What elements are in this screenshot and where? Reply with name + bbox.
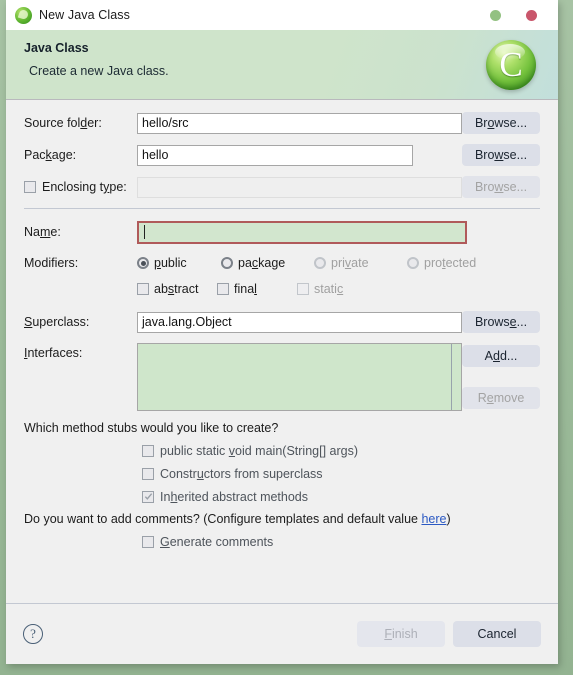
checkbox-generate-comments-icon — [142, 536, 154, 548]
interfaces-scrollbar[interactable] — [451, 344, 461, 410]
interfaces-remove-button: Re move — [462, 387, 540, 409]
stub-inherited-abstract-checkbox[interactable]: Inherited abstract methods — [142, 490, 540, 504]
finish-button: Finish — [357, 621, 445, 647]
java-class-icon — [15, 6, 32, 24]
checkbox-constructors-icon — [142, 468, 154, 480]
checkmark-icon — [144, 493, 153, 500]
modifier-public-radio[interactable]: public — [137, 256, 221, 270]
checkbox-abstract-icon — [137, 283, 149, 295]
checkbox-main-method-icon — [142, 445, 154, 457]
superclass-browse-button[interactable]: Brows e... — [462, 311, 540, 333]
checkbox-static-icon — [297, 283, 309, 295]
dialog-footer: ? Finish Cancel — [6, 603, 558, 664]
superclass-row: Superclass: java.lang.Object Brows e... — [24, 311, 540, 333]
modifier-protected-radio: protected — [407, 256, 476, 270]
cancel-button[interactable]: Cancel — [453, 621, 541, 647]
radio-protected-icon — [407, 257, 419, 269]
text-caret — [144, 225, 145, 239]
package-row: Package: hello Bro w se... — [24, 144, 540, 166]
window-controls — [490, 9, 548, 21]
source-folder-row: Source folder: hello/src Br o wse... — [24, 112, 540, 134]
wizard-banner: Java Class Create a new Java class. C — [6, 30, 558, 100]
interfaces-add-button[interactable]: Ad d... — [462, 345, 540, 367]
modifier-final-checkbox[interactable]: final — [217, 282, 297, 296]
enclosing-type-browse-button: Bro w se... — [462, 176, 540, 198]
source-folder-label: Source folder: — [24, 116, 102, 130]
interfaces-listbox[interactable] — [137, 343, 462, 411]
dialog-body: Source folder: hello/src Br o wse... Packa… — [6, 100, 558, 603]
radio-public-icon — [137, 257, 149, 269]
enclosing-type-input — [137, 176, 462, 198]
radio-private-icon — [314, 257, 326, 269]
close-button[interactable] — [526, 9, 537, 21]
comments-question: Do you want to add comments? (Configure … — [24, 512, 451, 526]
package-input[interactable]: hello — [137, 144, 413, 166]
enclosing-type-row: Enclosing type: Bro w se... — [24, 176, 540, 198]
modifier-static-checkbox: static — [297, 282, 343, 296]
modifiers-access-row: Modifiers: public package private protec… — [24, 253, 540, 273]
stub-constructors-checkbox[interactable]: Constructors from superclass — [142, 467, 540, 481]
generate-comments-checkbox[interactable]: Generate comments — [142, 535, 540, 549]
name-row: Name: — [24, 220, 540, 244]
modifier-abstract-checkbox[interactable]: abstract — [137, 282, 217, 296]
window-title: New Java Class — [39, 8, 131, 22]
radio-package-icon — [221, 257, 233, 269]
name-label: Name: — [24, 225, 61, 239]
interfaces-label: Interfaces: — [24, 346, 83, 360]
minimize-button[interactable] — [490, 9, 501, 21]
java-class-wizard-icon: C — [486, 40, 536, 90]
name-input[interactable] — [137, 220, 467, 244]
modifiers-flags-row: abstract final static — [24, 279, 540, 299]
footer-buttons: Finish Cancel — [357, 621, 541, 647]
enclosing-type-label: Enclosing type: — [24, 180, 137, 194]
stub-main-method-checkbox[interactable]: public static void main(String[] args) — [142, 444, 540, 458]
superclass-label: Superclass: — [24, 315, 90, 329]
package-label: Package: — [24, 148, 77, 162]
modifier-package-radio[interactable]: package — [221, 256, 314, 270]
banner-subtitle: Create a new Java class. — [29, 64, 169, 78]
superclass-input[interactable]: java.lang.Object — [137, 311, 462, 333]
banner-title: Java Class — [24, 41, 89, 55]
checkbox-final-icon — [217, 283, 229, 295]
title-bar: New Java Class — [6, 0, 558, 30]
separator-top — [24, 208, 540, 209]
enclosing-type-checkbox[interactable] — [24, 181, 36, 193]
checkbox-inherited-abstract-icon — [142, 491, 154, 503]
new-java-class-dialog: New Java Class Java Class Create a new J… — [6, 0, 558, 664]
modifier-private-radio: private — [314, 256, 407, 270]
method-stubs-question: Which method stubs would you like to cre… — [24, 421, 279, 435]
interfaces-row: Interfaces: Ad d... Re move — [24, 343, 540, 413]
help-question-icon[interactable]: ? — [23, 624, 43, 644]
package-browse-button[interactable]: Bro w se... — [462, 144, 540, 166]
source-folder-input[interactable]: hello/src — [137, 112, 462, 134]
modifiers-label: Modifiers: — [24, 256, 79, 270]
configure-templates-link[interactable]: here — [421, 512, 446, 526]
source-folder-browse-button[interactable]: Br o wse... — [462, 112, 540, 134]
